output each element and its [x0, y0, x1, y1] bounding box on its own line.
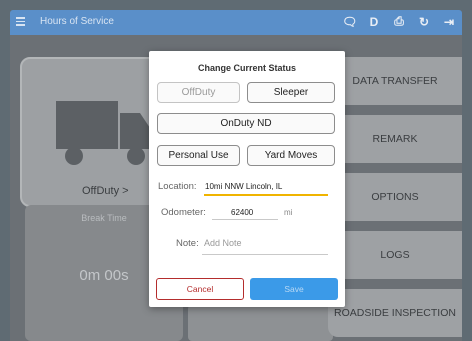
d-icon[interactable]: D — [367, 15, 381, 29]
menu-icon[interactable] — [16, 17, 25, 26]
logs-button[interactable]: LOGS — [328, 231, 462, 279]
truck-icon — [56, 101, 152, 165]
odometer-input[interactable]: 62400 — [231, 208, 253, 217]
dialog-title: Change Current Status — [197, 63, 296, 73]
note-input[interactable]: Add Note — [204, 238, 242, 248]
logout-icon[interactable]: ⇥ — [442, 15, 456, 29]
location-input[interactable]: 10mi NNW Lincoln, IL — [205, 182, 282, 191]
cancel-button[interactable]: Cancel — [156, 278, 244, 300]
note-label: Note: — [176, 238, 199, 249]
app-title: Hours of Service — [40, 16, 114, 27]
device-icon[interactable]: ⎙ — [392, 14, 406, 29]
roadside-inspection-button[interactable]: ROADSIDE INSPECTION — [328, 289, 462, 337]
odometer-underline — [212, 219, 278, 220]
bottom-middle-card — [188, 305, 333, 341]
app-bar-actions: 🗨 D ⎙ ↻ ⇥ — [342, 14, 456, 29]
odometer-label: Odometer: — [161, 207, 206, 218]
note-underline — [202, 254, 328, 255]
yard-moves-button[interactable]: Yard Moves — [247, 145, 335, 166]
sleeper-button[interactable]: Sleeper — [247, 82, 335, 103]
right-menu: DATA TRANSFER REMARK OPTIONS LOGS ROADSI… — [328, 57, 462, 341]
personal-use-button[interactable]: Personal Use — [157, 145, 240, 166]
save-button[interactable]: Save — [250, 278, 338, 300]
current-status-label: OffDuty > — [82, 185, 129, 197]
app-bar: Hours of Service 🗨 D ⎙ ↻ ⇥ — [10, 10, 462, 35]
offduty-button[interactable]: OffDuty — [157, 82, 240, 103]
data-transfer-button[interactable]: DATA TRANSFER — [328, 57, 462, 105]
onduty-button[interactable]: OnDuty ND — [157, 113, 335, 134]
change-status-dialog: Change Current Status OffDuty Sleeper On… — [149, 51, 345, 307]
options-button[interactable]: OPTIONS — [328, 173, 462, 221]
refresh-icon[interactable]: ↻ — [417, 15, 431, 29]
location-label: Location: — [158, 181, 197, 192]
chat-icon[interactable]: 🗨 — [342, 15, 357, 29]
remark-button[interactable]: REMARK — [328, 115, 462, 163]
location-underline — [204, 194, 328, 196]
odometer-unit: mi — [284, 208, 293, 217]
